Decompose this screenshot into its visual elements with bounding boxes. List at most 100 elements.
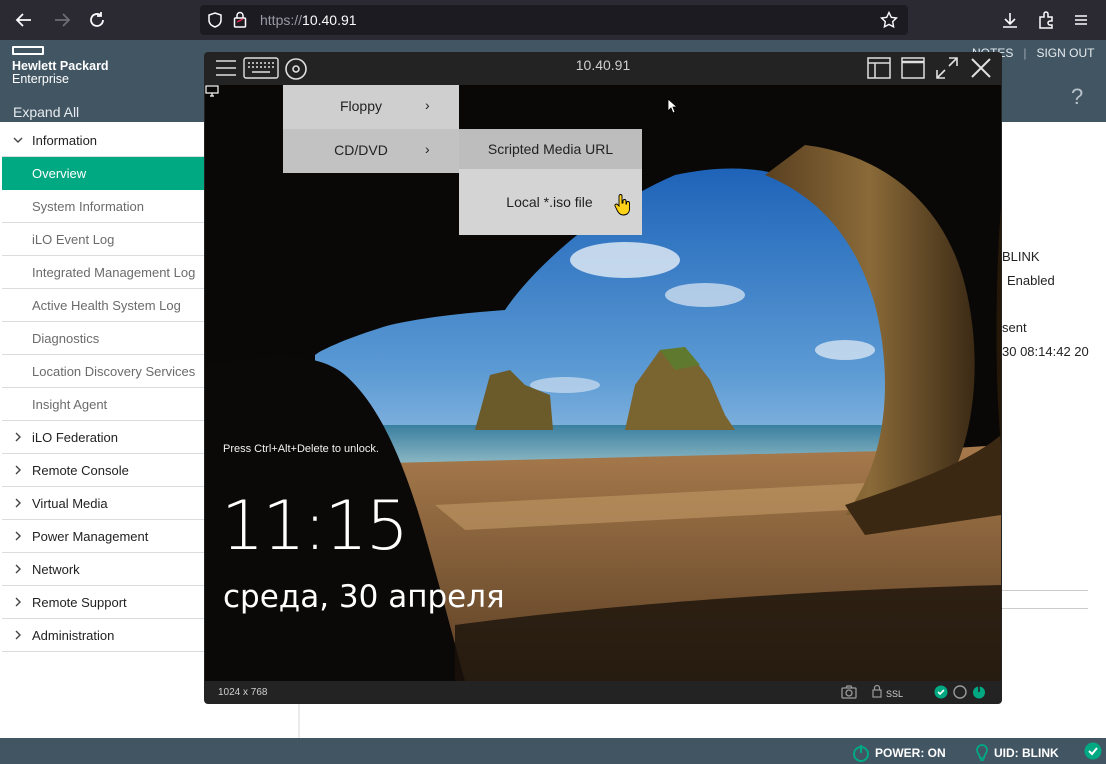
sidebar-item[interactable]: iLO Federation	[2, 421, 204, 454]
present-value: sent	[1002, 320, 1027, 335]
power-on-icon	[973, 686, 985, 699]
uid-status[interactable]: UID: BLINK	[975, 744, 1059, 762]
url-text: https://10.40.91	[260, 12, 357, 28]
sidebar-item[interactable]: Power Management	[2, 520, 204, 553]
sidebar-item[interactable]: Information	[2, 124, 204, 157]
logo-line-1: Hewlett Packard	[12, 59, 109, 73]
sidebar-item-label: iLO Event Log	[32, 231, 115, 247]
sidebar-item-label: Integrated Management Log	[32, 264, 196, 280]
lock-icon[interactable]	[233, 11, 247, 28]
chevron-right-icon	[12, 464, 24, 479]
sidebar-nav: Information Overview System Information iLO…	[2, 124, 204, 652]
shield-icon[interactable]	[207, 12, 223, 28]
menu-item-label: Floppy	[339, 98, 383, 114]
chevron-right-icon	[12, 596, 24, 611]
sidebar-item-label: Information	[32, 132, 98, 148]
sidebar-item-label: System Information	[32, 198, 144, 214]
sidebar-item[interactable]: Insight Agent	[2, 388, 204, 421]
uid-value: BLINK	[1002, 249, 1040, 264]
uid-light-icon	[976, 744, 988, 761]
menu-item-scripted-media-url[interactable]: Scripted Media URL	[459, 129, 642, 169]
menu-item-cd-dvd[interactable]: CD/DVD ›	[283, 129, 459, 173]
chevron-right-icon	[12, 563, 24, 578]
display-icon[interactable]	[205, 85, 219, 97]
chevron-right-icon	[12, 629, 24, 644]
sidebar-item[interactable]: Network	[2, 553, 204, 586]
sidebar-item-label: Administration	[32, 627, 115, 643]
virtual-media-menu: Floppy › CD/DVD ›	[283, 85, 459, 173]
menu-item-label: CD/DVD	[334, 142, 388, 158]
chevron-down-icon	[12, 134, 24, 149]
chevron-right-icon	[12, 497, 24, 512]
hpe-element-icon	[12, 46, 44, 55]
console-footer: 1024 x 768 SSL	[204, 681, 1002, 704]
sidebar-item-label: iLO Federation	[32, 429, 118, 445]
power-status[interactable]: POWER: ON	[852, 744, 946, 762]
back-icon[interactable]	[12, 8, 36, 32]
hpe-logo[interactable]: Hewlett Packard Enterprise	[12, 46, 109, 86]
uid-status-label: UID: BLINK	[994, 746, 1059, 760]
lockscreen-clock: 11:15	[221, 487, 409, 566]
chevron-right-icon	[12, 530, 24, 545]
extensions-icon[interactable]	[1034, 8, 1058, 32]
sidebar-item-label: Network	[32, 561, 80, 577]
ssl-label: SSL	[886, 689, 904, 699]
sidebar-item[interactable]: Integrated Management Log	[2, 256, 204, 289]
url-bar[interactable]: https://10.40.91	[200, 5, 908, 35]
sidebar-item-label: Active Health System Log	[32, 297, 181, 313]
layout-icon[interactable]	[867, 57, 891, 79]
sidebar-item-label: Insight Agent	[32, 396, 108, 412]
uid-off-icon	[953, 685, 967, 699]
chevron-right-icon: ›	[425, 141, 430, 157]
date-value: 30 08:14:42 20	[1002, 344, 1089, 359]
bookmark-star-icon[interactable]	[880, 11, 898, 29]
downloads-icon[interactable]	[998, 8, 1022, 32]
app-menu-icon[interactable]	[1069, 8, 1093, 32]
sidebar-item[interactable]: Virtual Media	[2, 487, 204, 520]
sidebar-item-label: Overview	[32, 165, 87, 181]
sidebar-item-label: Remote Console	[32, 462, 129, 478]
sidebar-item[interactable]: Remote Console	[2, 454, 204, 487]
divider	[1002, 590, 1088, 591]
logo-line-2: Enterprise	[12, 72, 69, 86]
sidebar-item[interactable]: iLO Event Log	[2, 223, 204, 256]
chevron-right-icon: ›	[425, 97, 430, 113]
reload-icon[interactable]	[85, 8, 109, 32]
divider	[1002, 608, 1088, 609]
resolution-label: 1024 x 768	[218, 687, 268, 698]
sign-out-link[interactable]: SIGN OUT	[1036, 46, 1094, 60]
status-value: Enabled	[1007, 273, 1055, 288]
close-icon[interactable]	[970, 57, 992, 79]
sidebar-item[interactable]: Active Health System Log	[2, 289, 204, 322]
help-icon[interactable]: ?	[1071, 84, 1083, 110]
unlock-hint: Press Ctrl+Alt+Delete to unlock.	[223, 443, 379, 455]
arrow-cursor-icon	[667, 98, 677, 114]
forward-icon[interactable]	[50, 8, 74, 32]
hand-cursor-icon	[614, 194, 630, 216]
power-status-label: POWER: ON	[875, 746, 946, 760]
fullscreen-icon[interactable]	[935, 56, 959, 80]
lockscreen-date: среда, 30 апреля	[223, 579, 505, 615]
health-ok-icon[interactable]	[1084, 742, 1102, 760]
chevron-right-icon	[12, 431, 24, 446]
sidebar-item[interactable]: Remote Support	[2, 586, 204, 619]
menu-item-floppy[interactable]: Floppy ›	[283, 85, 459, 129]
status-bar: POWER: ON UID: BLINK	[0, 738, 1106, 764]
menu-item-label: Local *.iso file	[506, 194, 593, 210]
power-icon	[853, 745, 869, 762]
expand-all-link[interactable]: Expand All	[13, 104, 79, 120]
sidebar-item[interactable]: System Information	[2, 190, 204, 223]
console-titlebar: 10.40.91	[204, 52, 1002, 85]
sidebar-item[interactable]: Diagnostics	[2, 322, 204, 355]
sidebar-item-label: Location Discovery Services	[32, 363, 196, 379]
maximize-icon[interactable]	[901, 57, 925, 79]
sidebar-item[interactable]: Overview	[2, 157, 204, 190]
sidebar-item[interactable]: Location Discovery Services	[2, 355, 204, 388]
camera-icon[interactable]	[841, 685, 857, 699]
sidebar-item-label: Diagnostics	[32, 330, 100, 346]
sidebar-item-label: Virtual Media	[32, 495, 108, 511]
browser-toolbar: https://10.40.91	[0, 0, 1106, 40]
ssl-lock-icon	[872, 684, 882, 698]
sidebar-item[interactable]: Administration	[2, 619, 204, 652]
sidebar-item-label: Remote Support	[32, 594, 127, 610]
